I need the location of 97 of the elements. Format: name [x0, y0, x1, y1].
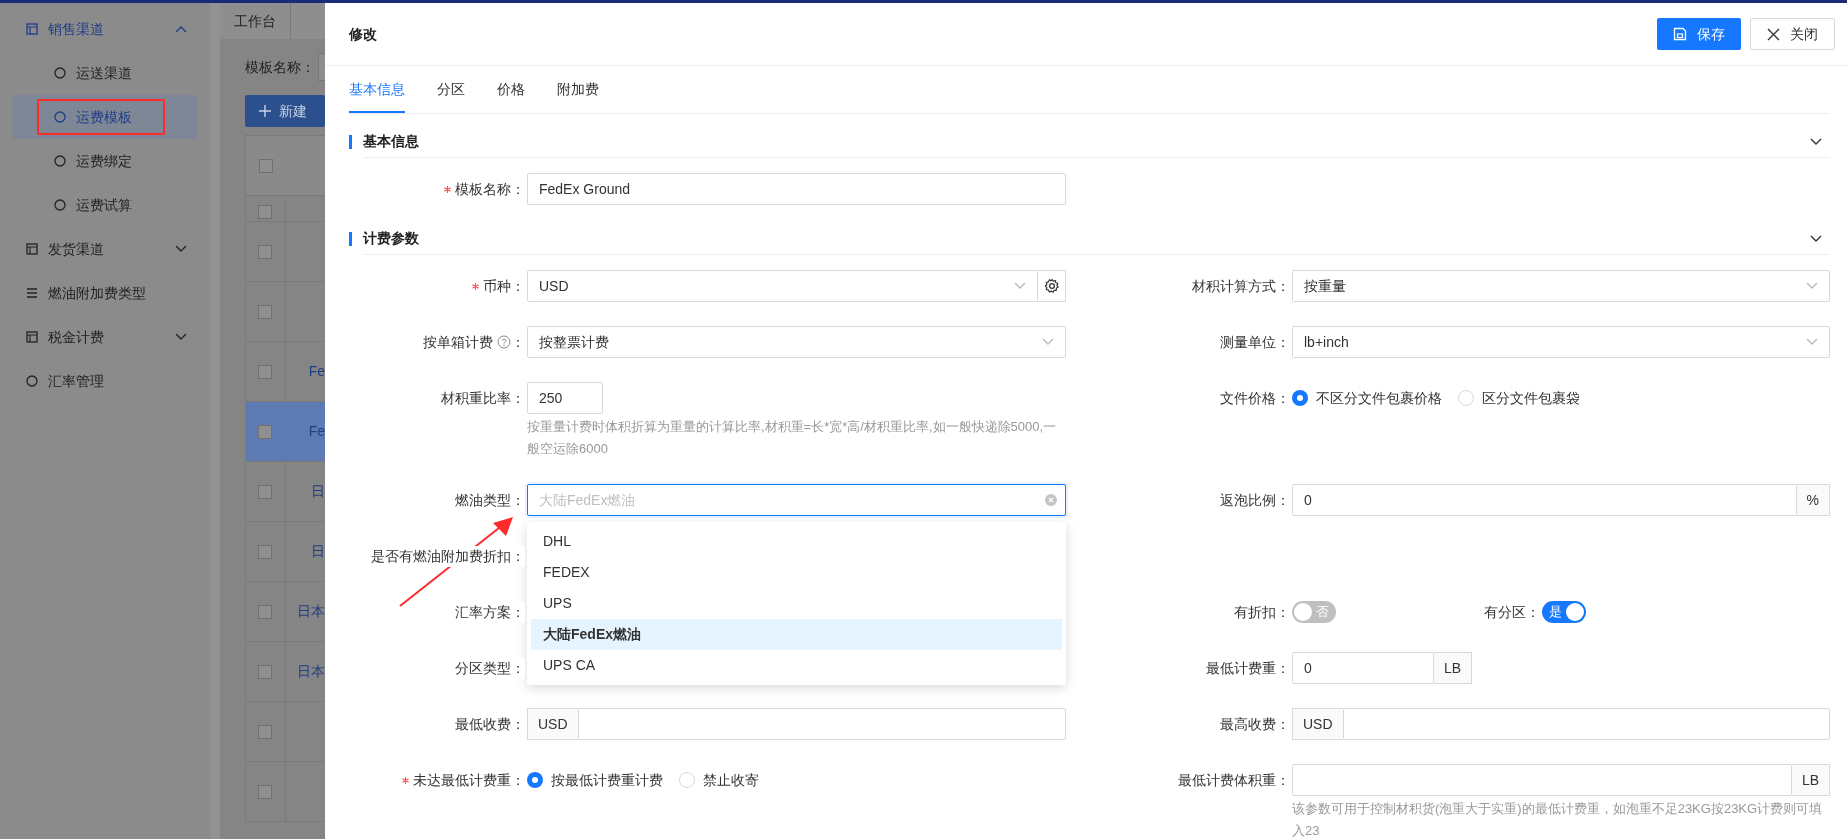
table-row[interactable]: [246, 702, 325, 762]
radio-label: 按最低计费重计费: [551, 770, 663, 790]
sidebar-subitem[interactable]: 运费绑定: [12, 139, 197, 183]
radio-button[interactable]: [1458, 390, 1474, 406]
new-button[interactable]: 新建: [245, 95, 325, 127]
checkbox[interactable]: [258, 244, 273, 259]
chevron-icon: [1806, 282, 1818, 290]
sidebar-subitem[interactable]: 运送渠道: [12, 51, 197, 95]
dialog-tab[interactable]: 价格: [497, 79, 525, 113]
dialog-tab[interactable]: 分区: [437, 79, 465, 113]
chevron-icon: [1042, 338, 1054, 346]
select-field[interactable]: 按重量: [1292, 270, 1830, 302]
dialog-tab[interactable]: 基本信息: [349, 79, 405, 113]
sidebar-item[interactable]: 税金计费: [12, 315, 197, 359]
input-field[interactable]: FedEx Ground: [527, 173, 1066, 205]
table-cell-text: 日本: [297, 662, 325, 681]
table-row[interactable]: [246, 762, 325, 822]
radio-button[interactable]: [527, 772, 543, 788]
close-button[interactable]: 关闭: [1750, 18, 1835, 50]
input-field[interactable]: 0: [1292, 484, 1797, 516]
radio-label: 禁止收寄: [703, 770, 759, 790]
radio-button[interactable]: [679, 772, 695, 788]
toggle-switch[interactable]: 是: [1542, 601, 1586, 623]
sidebar-item[interactable]: 汇率管理: [12, 359, 197, 403]
plus-icon: [259, 105, 271, 117]
table-row[interactable]: 日本: [246, 582, 325, 642]
table-cell-text: Fe: [308, 422, 325, 441]
unit-label: LB: [1433, 652, 1472, 684]
checkbox[interactable]: [258, 724, 273, 739]
chevron-icon: [175, 245, 187, 253]
table-cell-text: 日本: [297, 602, 325, 621]
section-header[interactable]: 基本信息: [363, 126, 1830, 158]
table-row[interactable]: [246, 282, 325, 342]
select-field[interactable]: 按整票计费: [527, 326, 1066, 358]
radio-label: 区分文件包裹袋: [1482, 388, 1580, 408]
unit-label: USD: [1292, 708, 1343, 740]
sliders-icon: [26, 287, 38, 299]
field-label: 燃油类型：: [455, 489, 525, 511]
select-field[interactable]: lb+inch: [1292, 326, 1830, 358]
table-cell-text: 日: [311, 542, 325, 561]
checkbox[interactable]: [258, 544, 273, 559]
sidebar-item[interactable]: 销售渠道: [12, 7, 197, 51]
input-field[interactable]: 0: [1292, 652, 1434, 684]
sidebar-subitem[interactable]: 运费试算: [12, 183, 197, 227]
dropdown-option[interactable]: UPS: [531, 588, 1062, 619]
table-row[interactable]: [246, 222, 325, 282]
select-field[interactable]: 大陆FedEx燃油: [527, 484, 1066, 516]
section-marker: [349, 232, 352, 246]
chevron-icon: [1014, 282, 1026, 290]
field-label: 有分区：: [1484, 602, 1540, 622]
checkbox[interactable]: [259, 158, 273, 173]
dropdown-option[interactable]: 大陆FedEx燃油: [531, 619, 1062, 650]
checkbox[interactable]: [258, 304, 273, 319]
dropdown-option[interactable]: UPS CA: [531, 650, 1062, 681]
section-marker: [349, 135, 352, 149]
field-label: 有折扣：: [1234, 602, 1290, 622]
unit-label: LB: [1791, 764, 1830, 796]
checkbox[interactable]: [258, 364, 273, 379]
radio-label: 不区分文件包裹价格: [1316, 388, 1442, 408]
close-icon: [1767, 27, 1780, 41]
save-button[interactable]: 保存: [1657, 18, 1741, 50]
clear-icon[interactable]: [1045, 494, 1057, 506]
select-field[interactable]: USD: [527, 270, 1038, 302]
chevron-icon: [1806, 338, 1818, 346]
colon: ：: [511, 332, 525, 352]
sidebar-item[interactable]: 燃油附加费类型: [12, 271, 197, 315]
chevron-icon: [175, 25, 187, 33]
checkbox[interactable]: [258, 664, 273, 679]
table-cell-text: Fe: [308, 362, 325, 381]
unit-label: USD: [527, 708, 578, 740]
input-field[interactable]: [318, 53, 325, 81]
checkbox[interactable]: [258, 604, 273, 619]
sidebar-subitem[interactable]: 运费模板: [12, 95, 197, 139]
dialog-tab[interactable]: 附加费: [557, 79, 599, 113]
section-header[interactable]: 计费参数: [363, 223, 1830, 255]
filter-label: 模板名称：: [245, 57, 315, 77]
checkbox[interactable]: [258, 204, 273, 219]
hint-text: 该参数可用于控制材积货(泡重大于实重)的最低计费重，如泡重不足23KG按23KG计费则可填入23: [1292, 800, 1824, 839]
checkbox[interactable]: [258, 424, 273, 439]
chevron-icon: [175, 333, 187, 341]
input-field[interactable]: 250: [527, 382, 603, 414]
checkbox[interactable]: [258, 784, 273, 799]
table-cell-text: 日: [311, 482, 325, 501]
save-icon: [1673, 27, 1687, 41]
expand-icon: [1810, 137, 1822, 146]
dropdown-option[interactable]: FEDEX: [531, 557, 1062, 588]
expand-icon: [1810, 234, 1822, 243]
sidebar-item[interactable]: 发货渠道: [12, 227, 197, 271]
dropdown-option[interactable]: DHL: [531, 526, 1062, 557]
dialog-title: 修改: [349, 24, 377, 44]
settings-button[interactable]: [1038, 270, 1066, 302]
settings-icon: [1043, 278, 1060, 294]
input-field[interactable]: 大陆FedEx燃油: [539, 489, 1045, 511]
table-row[interactable]: 日本: [246, 642, 325, 702]
radio-button[interactable]: [1292, 390, 1308, 406]
checkbox[interactable]: [258, 484, 273, 499]
unit-label: %: [1796, 484, 1830, 516]
